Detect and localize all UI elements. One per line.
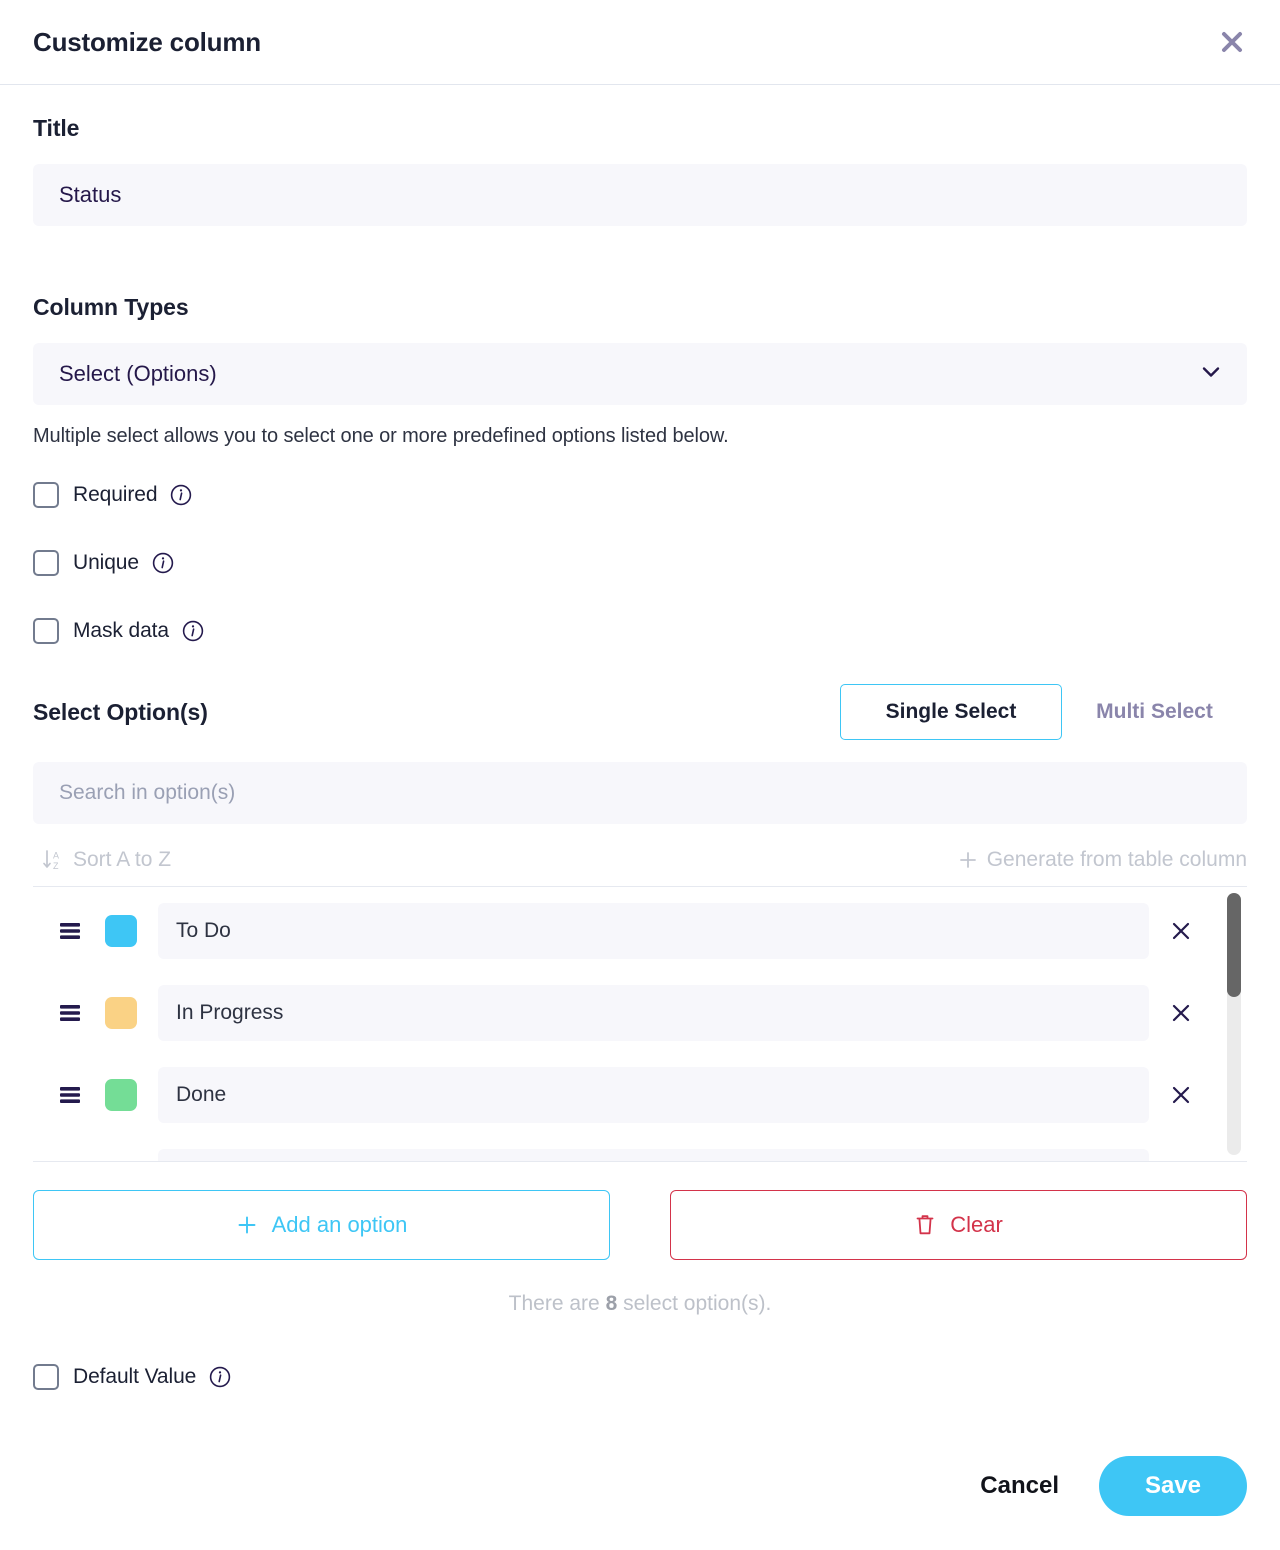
cancel-button[interactable]: Cancel: [974, 1462, 1065, 1510]
multi-select-button[interactable]: Multi Select: [1062, 684, 1247, 740]
column-types-label: Column Types: [33, 294, 189, 320]
drag-handle-icon[interactable]: [53, 922, 87, 940]
sort-a-to-z-icon: A Z: [42, 848, 64, 872]
option-search-input[interactable]: [33, 762, 1247, 824]
clear-options-label: Clear: [950, 1212, 1003, 1237]
option-color-swatch[interactable]: [105, 1079, 137, 1111]
select-options-header: Select Option(s) Single Select Multi Sel…: [33, 684, 1247, 740]
column-type-selected-value: Select (Options): [59, 361, 217, 386]
modal-footer: Cancel Save: [0, 1440, 1280, 1550]
mask-data-checkbox[interactable]: [33, 618, 59, 644]
title-input-wrapper: [33, 164, 1247, 226]
flag-row-unique: Unique: [33, 540, 1247, 586]
info-icon[interactable]: [182, 620, 204, 642]
option-value-input[interactable]: [158, 1067, 1149, 1123]
column-type-select[interactable]: Select (Options): [33, 343, 1247, 405]
drag-handle-icon[interactable]: [53, 1004, 87, 1022]
options-count-text: There are 8 select option(s).: [33, 1292, 1247, 1316]
sort-a-to-z-button[interactable]: A Z Sort A to Z: [33, 848, 171, 872]
options-count-suffix: select option(s).: [617, 1292, 772, 1315]
options-list: [33, 887, 1247, 1161]
single-select-button[interactable]: Single Select: [840, 684, 1062, 740]
save-button[interactable]: Save: [1099, 1456, 1247, 1516]
option-search-wrapper: [33, 762, 1247, 824]
remove-option-button[interactable]: [1149, 919, 1213, 943]
options-count-prefix: There are: [508, 1292, 606, 1315]
select-mode-toggle: Single Select Multi Select: [840, 684, 1247, 740]
column-type-select-wrapper: Select (Options): [33, 343, 1247, 405]
drag-handle-icon[interactable]: [53, 1086, 87, 1104]
flag-row-mask-data: Mask data: [33, 608, 1247, 654]
option-row: [33, 983, 1213, 1043]
default-value-row: Default Value: [33, 1354, 1247, 1400]
customize-column-modal: Customize column Title Column Types Sele…: [0, 0, 1280, 1550]
option-row: [33, 1065, 1213, 1125]
options-scrollbar[interactable]: [1227, 893, 1241, 1155]
add-option-label: Add an option: [271, 1212, 408, 1237]
option-value-input[interactable]: [158, 1149, 1149, 1161]
title-label: Title: [33, 115, 80, 141]
options-scrollbar-thumb[interactable]: [1227, 893, 1241, 997]
modal-header: Customize column: [0, 0, 1280, 85]
select-options-label: Select Option(s): [33, 698, 208, 725]
default-value-checkbox[interactable]: [33, 1364, 59, 1390]
plus-icon: [236, 1214, 272, 1236]
option-row: [33, 1147, 1213, 1161]
remove-option-button[interactable]: [1149, 1083, 1213, 1107]
options-count-value: 8: [605, 1292, 618, 1315]
option-row: [33, 901, 1213, 961]
info-icon[interactable]: [152, 552, 174, 574]
options-list-container: [33, 886, 1247, 1162]
generate-from-table-column-label: Generate from table column: [986, 848, 1247, 871]
default-value-label: Default Value: [73, 1365, 197, 1388]
required-checkbox[interactable]: [33, 482, 59, 508]
plus-icon: [958, 850, 978, 870]
column-type-helper-text: Multiple select allows you to select one…: [33, 425, 729, 447]
sort-a-to-z-label: Sort A to Z: [73, 848, 172, 871]
svg-text:Z: Z: [53, 861, 59, 871]
unique-label: Unique: [73, 551, 139, 574]
flag-row-required: Required: [33, 472, 1247, 518]
modal-body: Title Column Types Select (Options) Mult…: [0, 85, 1280, 1550]
options-utility-row: A Z Sort A to Z Generate from table colu…: [33, 848, 1247, 872]
flags-list: Required Unique Mask data: [33, 472, 1247, 654]
svg-text:A: A: [53, 851, 59, 861]
option-value-input[interactable]: [158, 985, 1149, 1041]
option-color-swatch[interactable]: [105, 997, 137, 1029]
remove-option-button[interactable]: [1149, 1001, 1213, 1025]
close-icon[interactable]: [1212, 22, 1252, 62]
clear-options-button[interactable]: Clear: [670, 1190, 1247, 1260]
generate-from-table-column-button[interactable]: Generate from table column: [949, 848, 1247, 872]
title-input[interactable]: [33, 164, 1247, 226]
info-icon[interactable]: [170, 484, 192, 506]
add-option-button[interactable]: Add an option: [33, 1190, 610, 1260]
unique-checkbox[interactable]: [33, 550, 59, 576]
option-value-input[interactable]: [158, 903, 1149, 959]
mask-data-label: Mask data: [73, 619, 169, 642]
info-icon[interactable]: [209, 1366, 231, 1388]
page-title: Customize column: [33, 26, 261, 57]
options-action-row: Add an option Clear: [33, 1190, 1247, 1260]
option-color-swatch[interactable]: [105, 915, 137, 947]
required-label: Required: [73, 483, 158, 506]
trash-icon: [914, 1213, 950, 1237]
